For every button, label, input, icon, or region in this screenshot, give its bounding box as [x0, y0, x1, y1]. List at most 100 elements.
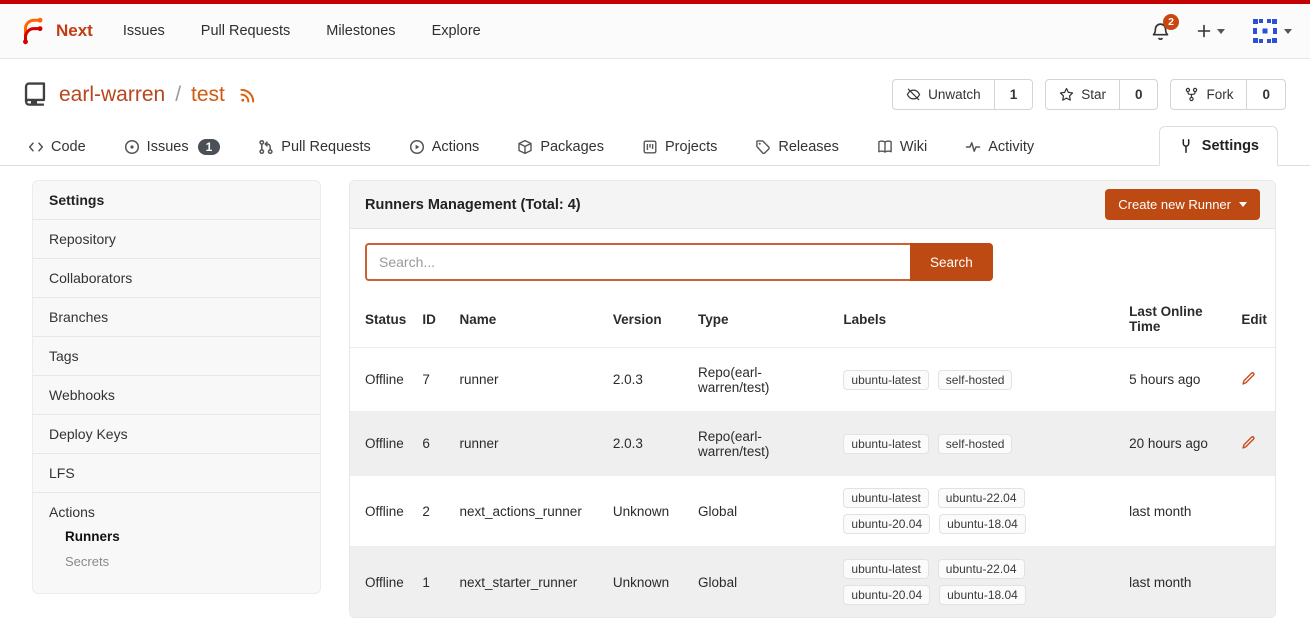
sidebar-item-secrets[interactable]: Secrets	[65, 549, 304, 574]
table-header-row: Status ID Name Version Type Labels Last …	[350, 291, 1275, 348]
table-row: Offline 7 runner 2.0.3 Repo(earl-warren/…	[350, 348, 1275, 412]
tab-projects[interactable]: Projects	[638, 129, 721, 165]
table-row: Offline 2 next_actions_runner Unknown Gl…	[350, 476, 1275, 547]
star-button[interactable]: Star	[1046, 80, 1119, 109]
package-icon	[517, 139, 533, 155]
runner-id: 6	[414, 412, 451, 476]
runner-last-online: last month	[1121, 547, 1233, 618]
navbar: Next Issues Pull Requests Milestones Exp…	[0, 4, 1310, 59]
runner-type: Repo(earl-warren/test)	[690, 412, 835, 476]
runner-status: Offline	[350, 348, 414, 412]
watchers-count[interactable]: 1	[994, 80, 1033, 109]
issue-circle-icon	[124, 139, 140, 155]
tab-actions[interactable]: Actions	[405, 129, 484, 165]
tab-issues[interactable]: Issues 1	[120, 129, 225, 165]
avatar	[1251, 17, 1279, 45]
sidebar-item-actions: Actions Runners Secrets	[33, 493, 320, 593]
tab-label: Wiki	[900, 139, 927, 155]
repo-name-link[interactable]: test	[191, 83, 225, 107]
sidebar-item-repository[interactable]: Repository	[33, 220, 320, 259]
tab-wiki[interactable]: Wiki	[873, 129, 931, 165]
runner-id: 2	[414, 476, 451, 547]
runner-version: 2.0.3	[605, 348, 690, 412]
search-input[interactable]	[365, 243, 910, 281]
create-menu-button[interactable]	[1196, 23, 1225, 39]
runner-type: Global	[690, 476, 835, 547]
runner-name: next_starter_runner	[451, 547, 604, 618]
create-runner-button[interactable]: Create new Runner	[1105, 189, 1260, 220]
tab-label: Issues	[147, 139, 189, 155]
col-type: Type	[690, 291, 835, 348]
runner-id: 1	[414, 547, 451, 618]
sidebar-item-branches[interactable]: Branches	[33, 298, 320, 337]
nav-issues[interactable]: Issues	[123, 23, 165, 39]
sidebar-item-webhooks[interactable]: Webhooks	[33, 376, 320, 415]
col-last-online: Last Online Time	[1121, 291, 1233, 348]
edit-runner-button[interactable]	[1241, 371, 1256, 386]
tab-pull-requests[interactable]: Pull Requests	[254, 129, 374, 165]
runner-version: Unknown	[605, 476, 690, 547]
home-link[interactable]: Next	[18, 16, 93, 46]
project-board-icon	[642, 139, 658, 155]
tab-activity[interactable]: Activity	[961, 129, 1038, 165]
code-icon	[28, 139, 44, 155]
runners-panel: Runners Management (Total: 4) Create new…	[349, 180, 1276, 618]
runner-label-badge: ubuntu-latest	[843, 370, 928, 390]
search-button[interactable]: Search	[910, 243, 993, 281]
col-labels: Labels	[835, 291, 1121, 348]
tab-code[interactable]: Code	[24, 129, 90, 165]
runner-status: Offline	[350, 547, 414, 618]
runner-name: runner	[451, 348, 604, 412]
runner-label-badge: ubuntu-18.04	[939, 585, 1026, 605]
fork-button[interactable]: Fork	[1171, 80, 1246, 109]
nav-pull-requests[interactable]: Pull Requests	[201, 23, 290, 39]
runner-type: Repo(earl-warren/test)	[690, 348, 835, 412]
nav-milestones[interactable]: Milestones	[326, 23, 395, 39]
repo-owner-link[interactable]: earl-warren	[59, 83, 165, 107]
play-circle-icon	[409, 139, 425, 155]
unwatch-button[interactable]: Unwatch	[893, 80, 994, 109]
stars-count[interactable]: 0	[1119, 80, 1158, 109]
runner-label-badge: ubuntu-22.04	[938, 559, 1025, 579]
search-row: Search	[350, 229, 1275, 291]
repo-title: earl-warren / test	[22, 81, 257, 108]
pull-request-icon	[258, 139, 274, 155]
tag-icon	[755, 139, 771, 155]
edit-runner-button[interactable]	[1241, 435, 1256, 450]
tab-label: Settings	[1202, 138, 1259, 154]
col-edit: Edit	[1233, 291, 1275, 348]
runner-label-badge: ubuntu-22.04	[938, 488, 1025, 508]
tab-releases[interactable]: Releases	[751, 129, 842, 165]
sidebar-item-lfs[interactable]: LFS	[33, 454, 320, 493]
rss-icon[interactable]	[239, 86, 257, 104]
notifications-button[interactable]: 2	[1151, 22, 1170, 41]
sidebar-item-collaborators[interactable]: Collaborators	[33, 259, 320, 298]
runner-last-online: last month	[1121, 476, 1233, 547]
chevron-down-icon	[1217, 29, 1225, 34]
runner-last-online: 20 hours ago	[1121, 412, 1233, 476]
repository-icon	[22, 81, 49, 108]
runner-name: runner	[451, 412, 604, 476]
repo-actions: Unwatch 1 Star 0	[892, 79, 1286, 110]
plus-icon	[1196, 23, 1212, 39]
sidebar-item-tags[interactable]: Tags	[33, 337, 320, 376]
sidebar-actions-label[interactable]: Actions	[49, 504, 95, 520]
runner-labels: ubuntu-latest ubuntu-22.04 ubuntu-20.04 …	[843, 488, 1039, 534]
notification-count-badge: 2	[1163, 14, 1179, 30]
runner-label-badge: self-hosted	[938, 370, 1013, 390]
tab-settings[interactable]: Settings	[1159, 126, 1278, 166]
sidebar-item-runners[interactable]: Runners	[65, 524, 304, 549]
runner-label-badge: ubuntu-20.04	[843, 514, 930, 534]
tab-packages[interactable]: Packages	[513, 129, 608, 165]
nav-explore[interactable]: Explore	[432, 23, 481, 39]
tab-label: Projects	[665, 139, 717, 155]
forks-count[interactable]: 0	[1246, 80, 1285, 109]
tab-label: Activity	[988, 139, 1034, 155]
user-menu-button[interactable]	[1251, 17, 1292, 45]
sidebar-item-deploy-keys[interactable]: Deploy Keys	[33, 415, 320, 454]
eye-slash-icon	[906, 87, 921, 102]
tab-label: Pull Requests	[281, 139, 370, 155]
runner-labels: ubuntu-latest self-hosted	[843, 434, 1039, 454]
tab-label: Releases	[778, 139, 838, 155]
pulse-icon	[965, 139, 981, 155]
